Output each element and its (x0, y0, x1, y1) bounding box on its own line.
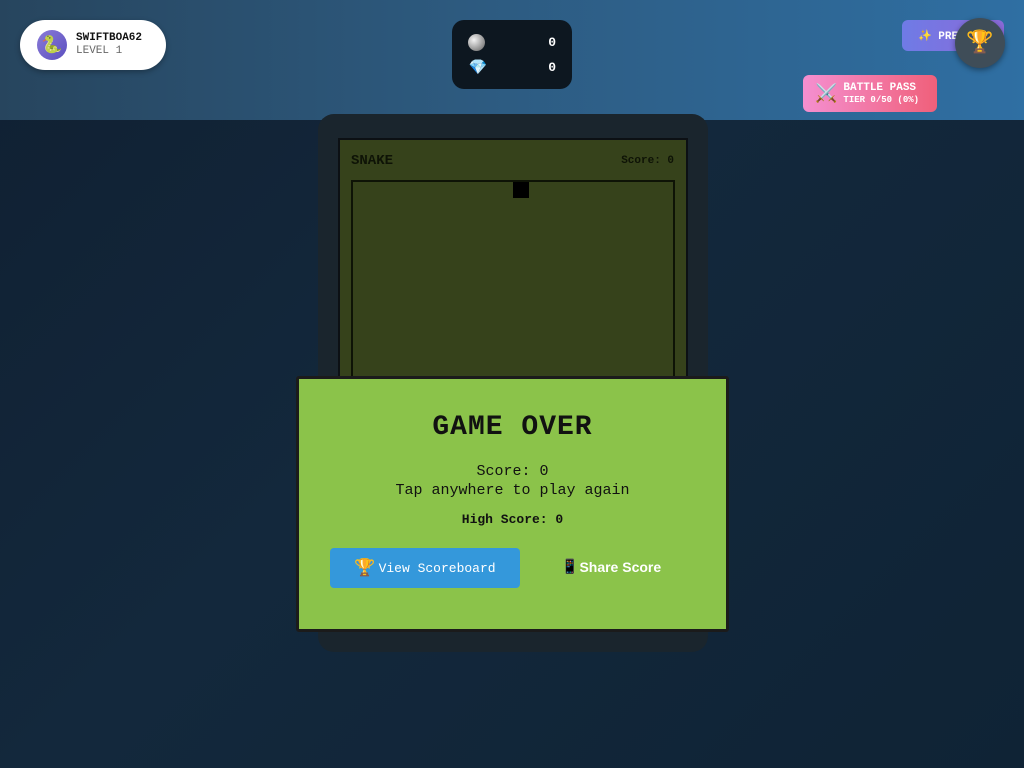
high-score: High Score: 0 (461, 512, 564, 527)
game-screen[interactable]: SNAKE Score: 0 (338, 138, 688, 378)
battle-pass-title: BATTLE PASS (843, 81, 917, 94)
game-field (351, 180, 675, 376)
game-over-modal[interactable]: GAME OVER Score: 0 Tap anywhere to play … (296, 376, 729, 632)
share-score-button[interactable]: 📱 Share Score (561, 558, 661, 575)
battle-pass-button[interactable]: ⚔️ BATTLE PASS TIER 0/50 (0%) (803, 75, 937, 112)
coin-icon (468, 34, 488, 51)
game-title: SNAKE (351, 153, 394, 169)
snake-avatar-icon: 🐍 (37, 30, 67, 60)
phone-icon: 📱 (561, 558, 579, 574)
battle-pass-tier: TIER 0/50 (0%) (843, 94, 920, 105)
player-name: SWIFTBOA62 (76, 32, 143, 44)
play-again-prompt: Tap anywhere to play again (395, 482, 630, 499)
view-scoreboard-label: View Scoreboard (378, 560, 496, 576)
gem-row: 💎 0 (468, 55, 556, 80)
gem-count: 0 (548, 60, 556, 75)
swords-icon: ⚔️ (815, 84, 838, 105)
coin-count: 0 (548, 35, 556, 50)
trophy-button[interactable]: 🏆 (955, 18, 1005, 68)
game-score: Score: 0 (621, 155, 674, 167)
player-level: LEVEL 1 (76, 45, 123, 57)
final-score: Score: 0 (476, 463, 549, 480)
view-scoreboard-button[interactable]: 🏆 View Scoreboard (330, 548, 520, 588)
gem-icon: 💎 (468, 60, 488, 77)
share-score-label: Share Score (579, 558, 662, 575)
coin-row: 0 (468, 30, 556, 55)
trophy-icon: 🏆 (966, 31, 994, 56)
snake-segment (513, 182, 529, 198)
player-badge[interactable]: 🐍 SWIFTBOA62 LEVEL 1 (20, 20, 166, 70)
game-over-title: GAME OVER (432, 412, 593, 443)
trophy-icon: 🏆 (354, 559, 376, 579)
currency-panel: 0 💎 0 (452, 20, 572, 89)
